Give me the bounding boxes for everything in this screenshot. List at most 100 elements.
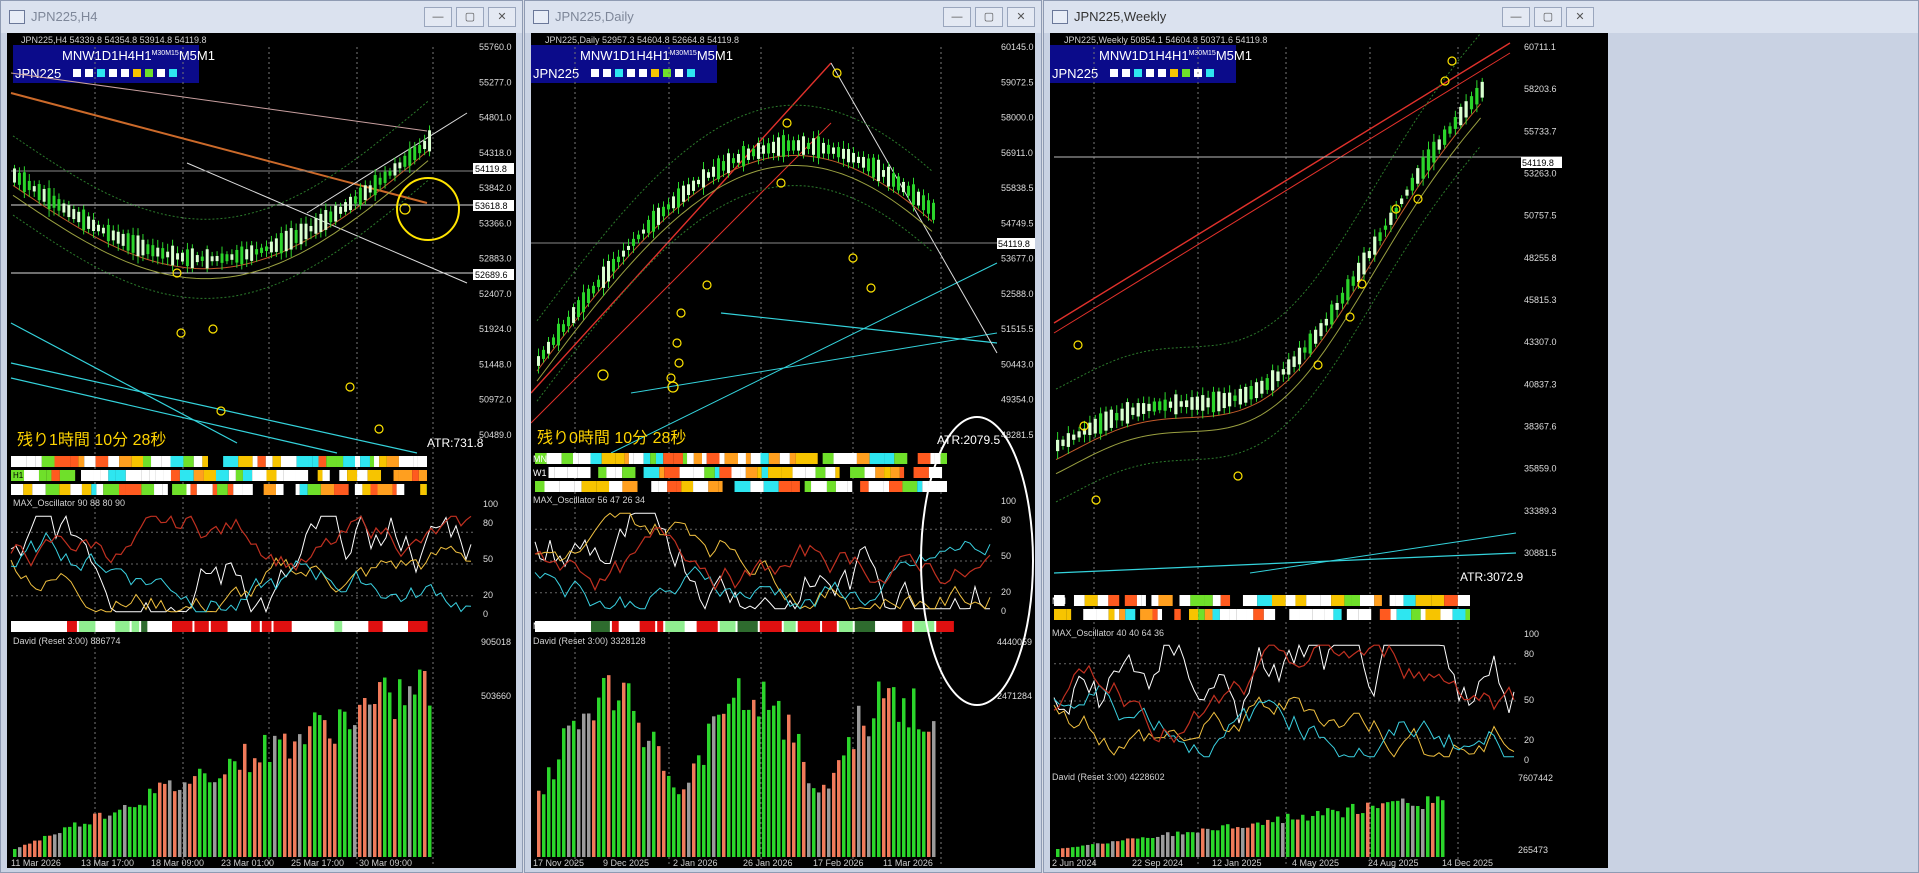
volume-bar xyxy=(697,755,701,857)
strip-cell xyxy=(32,484,46,495)
minimize-button[interactable]: — xyxy=(1502,7,1530,27)
multi-cell xyxy=(914,621,935,632)
strip-cell xyxy=(535,481,545,492)
tf-square xyxy=(627,69,635,77)
candle-body xyxy=(1168,401,1173,408)
chart-daily[interactable]: JPN225,Daily 52957.3 54604.8 52664.8 541… xyxy=(531,33,1035,868)
band-line xyxy=(536,185,933,402)
strip-cell xyxy=(559,481,575,492)
volume-bar xyxy=(1196,832,1200,857)
title-bar[interactable]: JPN225,Daily — ▢ ✕ xyxy=(525,1,1041,33)
strip-cell xyxy=(590,453,602,464)
strip-cell xyxy=(1236,609,1247,620)
volume-bar xyxy=(662,770,666,857)
strip-cell xyxy=(894,453,908,464)
chart-window-weekly[interactable]: JPN225,Weekly — ▢ ✕ JPN225,Weekly 50854.… xyxy=(1043,0,1919,873)
price-tick: 33389.3 xyxy=(1524,506,1557,516)
candle-body xyxy=(537,356,540,366)
candle-body xyxy=(622,250,625,257)
signal-circle xyxy=(676,308,686,318)
candle-body xyxy=(827,144,830,154)
candle-body xyxy=(344,202,348,212)
strip-cell xyxy=(708,481,719,492)
strip-cell xyxy=(108,470,116,481)
volume-bar xyxy=(338,709,342,857)
maximize-button[interactable]: ▢ xyxy=(1534,7,1562,27)
chart-canvas[interactable]: JPN225,Weekly 50854.1 54604.8 50371.6 54… xyxy=(1050,33,1608,868)
chart-canvas[interactable]: JPN225,H4 54339.8 54354.8 53914.8 54119.… xyxy=(7,33,516,868)
volume-bar xyxy=(812,788,816,857)
multi-cell xyxy=(822,621,837,632)
volume-bar xyxy=(1231,828,1235,857)
candle-body xyxy=(106,224,110,242)
minimize-button[interactable]: — xyxy=(943,7,971,27)
date-label-6: 14 Dec 2025 xyxy=(1442,858,1493,868)
volume-bar xyxy=(1181,834,1185,857)
volume-bar xyxy=(363,698,367,857)
strip-cell xyxy=(1420,609,1426,620)
volume-bar xyxy=(253,758,257,857)
close-button[interactable]: ✕ xyxy=(1007,7,1035,27)
candle-body xyxy=(1152,401,1156,412)
volume-bar xyxy=(1281,823,1285,857)
maximize-button[interactable]: ▢ xyxy=(975,7,1003,27)
multi-cell xyxy=(797,621,821,632)
strip-cell xyxy=(108,456,120,467)
multi-cell xyxy=(877,621,901,632)
strip-cell xyxy=(847,481,853,492)
line-price-1: 53618.8 xyxy=(475,201,508,211)
close-button[interactable]: ✕ xyxy=(1566,7,1594,27)
volume-bar xyxy=(1211,830,1215,857)
candle-body xyxy=(737,153,740,163)
candle-body xyxy=(642,229,645,234)
chart-weekly[interactable]: JPN225,Weekly 50854.1 54604.8 50371.6 54… xyxy=(1050,33,1562,868)
strip-cell xyxy=(1295,595,1307,606)
strip-cell xyxy=(757,467,762,478)
strip-cell xyxy=(317,470,323,481)
candle-body xyxy=(812,138,815,155)
candle-body xyxy=(542,349,545,359)
candle-body xyxy=(1421,156,1425,179)
strip-cell xyxy=(238,456,253,467)
volume-bar xyxy=(283,733,287,857)
david-max: 4440059 xyxy=(997,637,1032,647)
chart-h4[interactable]: JPN225,H4 54339.8 54354.8 53914.8 54119.… xyxy=(7,33,516,868)
strip-cell xyxy=(850,467,865,478)
candle-body xyxy=(1367,251,1371,259)
candle-body xyxy=(917,191,920,206)
chart-canvas[interactable]: JPN225,Daily 52957.3 54604.8 52664.8 541… xyxy=(531,33,1035,868)
chart-window-daily[interactable]: JPN225,Daily — ▢ ✕ JPN225,Daily 52957.3 … xyxy=(524,0,1042,873)
volume-bar xyxy=(1331,809,1335,857)
symbol-label: JPN225 xyxy=(533,66,579,81)
candle-body xyxy=(852,153,855,163)
chart-window-h4[interactable]: JPN225,H4 — ▢ ✕ JPN225,H4 54339.8 54354.… xyxy=(0,0,523,873)
strip-cell xyxy=(779,453,790,464)
date-label-3: 2 Jan 2026 xyxy=(673,858,718,868)
strip-cell xyxy=(398,456,414,467)
title-bar[interactable]: JPN225,H4 — ▢ ✕ xyxy=(1,1,522,33)
multi-cell xyxy=(408,621,428,632)
volume-bar xyxy=(263,734,267,857)
volume-bar xyxy=(1131,838,1135,857)
title-bar[interactable]: JPN225,Weekly — ▢ ✕ xyxy=(1044,1,1918,33)
close-button[interactable]: ✕ xyxy=(488,7,516,27)
candle-body xyxy=(582,292,585,313)
atr-value: ATR:3072.9 xyxy=(1460,570,1523,584)
volume-bar xyxy=(358,704,362,857)
candle-body xyxy=(862,156,865,168)
candle-body xyxy=(47,188,51,210)
strip-cell xyxy=(902,481,918,492)
price-tick: 52588.0 xyxy=(1001,289,1034,299)
candle-body xyxy=(857,156,860,163)
strip-cell xyxy=(280,456,297,467)
minimize-button[interactable]: — xyxy=(424,7,452,27)
maximize-button[interactable]: ▢ xyxy=(456,7,484,27)
candle-body xyxy=(1136,403,1140,417)
volume-bar xyxy=(123,805,127,857)
david-volume-panel xyxy=(13,669,432,857)
strip-cell xyxy=(96,484,104,495)
max-oscillator-panel xyxy=(534,512,993,610)
multi-cell xyxy=(210,621,228,632)
strip-cell xyxy=(1346,609,1359,620)
candle-body xyxy=(927,200,930,214)
